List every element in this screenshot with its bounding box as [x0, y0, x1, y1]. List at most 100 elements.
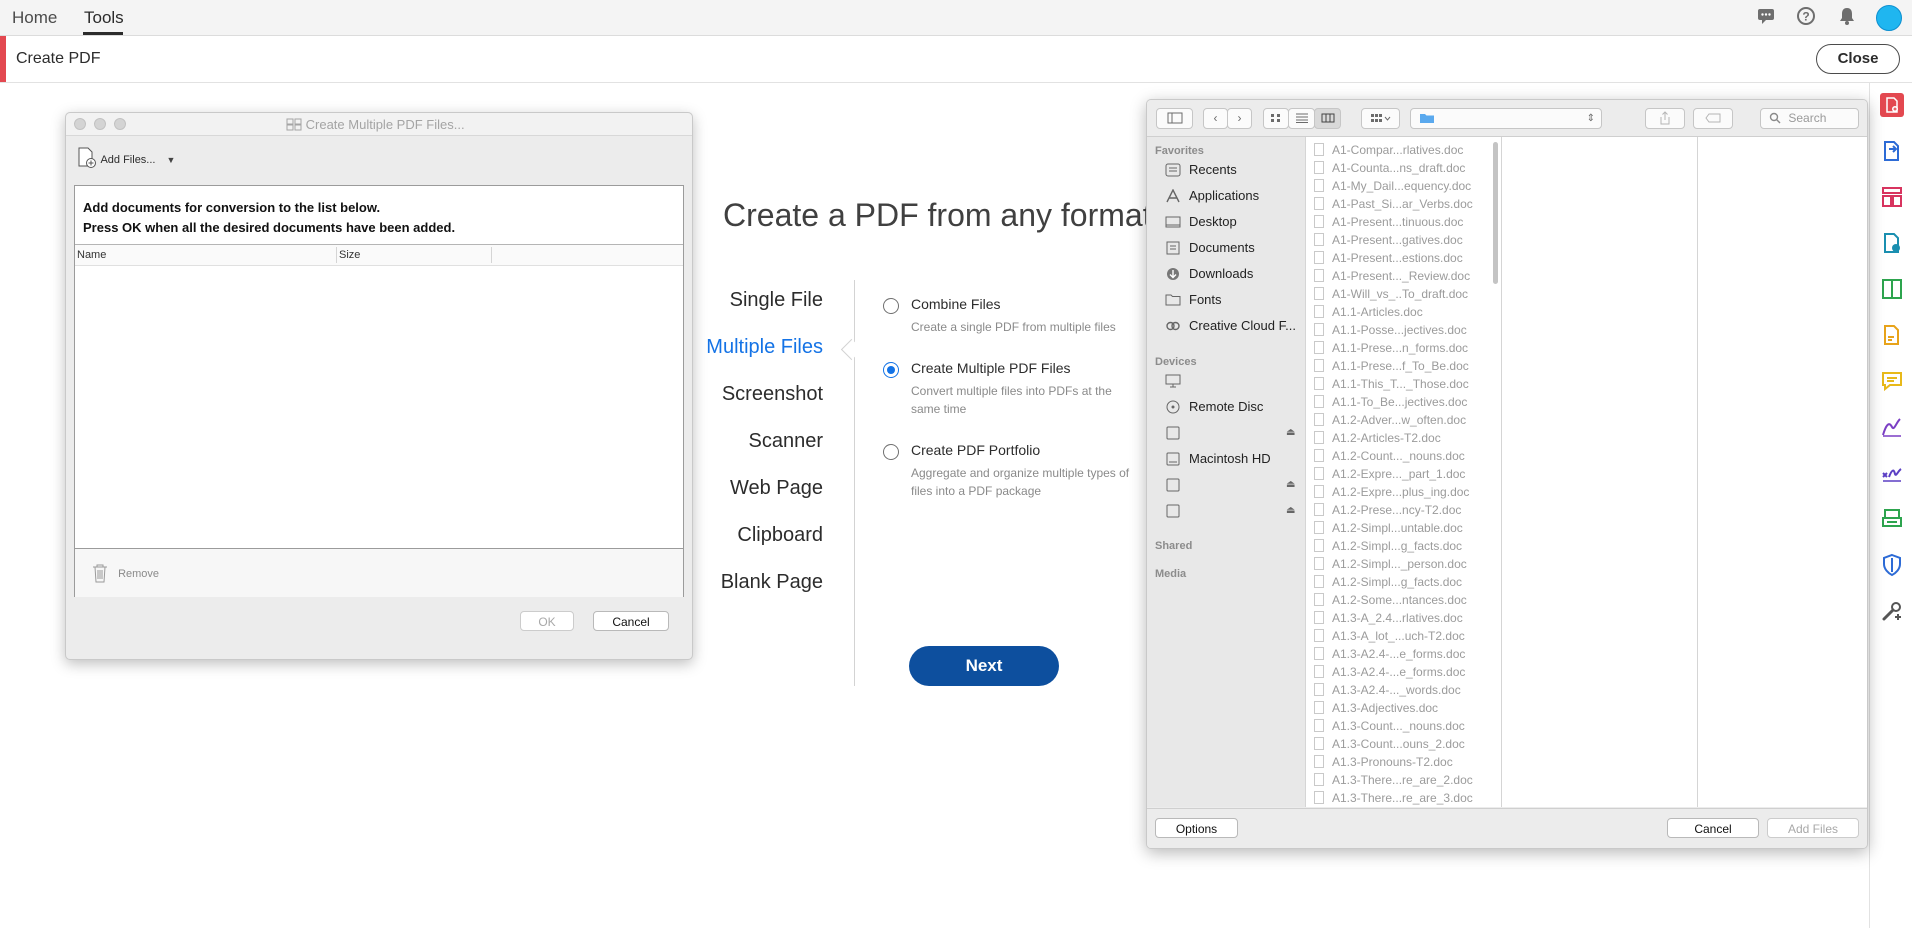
format-web-page[interactable]: Web Page [730, 477, 823, 500]
icon-view-icon[interactable] [1263, 108, 1289, 129]
request-signature-icon[interactable] [1880, 461, 1904, 485]
file-name: A1.2-Simpl...g_facts.doc [1332, 575, 1463, 589]
tab-tools[interactable]: Tools [84, 8, 124, 28]
file-list-box: Add documents for conversion to the list… [74, 185, 684, 597]
column-view-icon[interactable] [1314, 108, 1341, 129]
tab-home[interactable]: Home [12, 8, 57, 28]
file-list-column: A1-Compar...rlatives.doc A1-Counta...ns_d… [1306, 137, 1502, 807]
remove-button[interactable]: Remove [91, 563, 159, 583]
file-name: A1.1-Prese...f_To_Be.doc [1332, 359, 1469, 373]
organize-pages-icon[interactable] [1880, 185, 1904, 209]
remove-label: Remove [118, 568, 160, 580]
format-single-file[interactable]: Single File [730, 289, 823, 312]
file-list-header: Name Size [75, 244, 683, 266]
edit-pdf-icon[interactable] [1880, 231, 1904, 255]
arrange-icon[interactable] [1361, 108, 1400, 129]
column-separator [491, 247, 492, 263]
more-tools-icon[interactable] [1880, 599, 1904, 623]
back-icon[interactable]: ‹ [1203, 108, 1228, 129]
desktop-icon [1165, 216, 1181, 228]
help-icon[interactable]: ? [1795, 6, 1817, 28]
multiple-files-icon [286, 118, 302, 131]
format-blank-page[interactable]: Blank Page [721, 571, 823, 594]
add-files-button[interactable]: Add Files [1767, 818, 1859, 838]
document-icon [1314, 143, 1324, 156]
empty-column [1502, 137, 1698, 807]
create-pdf-icon[interactable] [1880, 93, 1904, 117]
file-name: A1.1-Articles.doc [1332, 305, 1423, 319]
comment-icon[interactable] [1880, 369, 1904, 393]
file-name: A1-Will_vs_..To_draft.doc [1332, 287, 1469, 301]
tag-icon[interactable] [1693, 108, 1733, 129]
list-view-icon[interactable] [1288, 108, 1315, 129]
file-picker-sidebar: Favorites Recents Applications Desktop D… [1147, 137, 1306, 807]
radio-portfolio[interactable] [883, 444, 899, 460]
eject-icon[interactable]: ⏏ [1286, 505, 1295, 516]
options-button[interactable]: Options [1155, 818, 1238, 838]
drive-icon [1166, 478, 1180, 492]
favorites-heading: Favorites [1155, 145, 1204, 157]
document-icon [1314, 593, 1324, 606]
close-button[interactable]: Close [1816, 44, 1900, 74]
dialog-title-text: Create Multiple PDF Files... [305, 117, 465, 132]
scan-icon[interactable] [1880, 507, 1904, 531]
scrollbar[interactable] [1493, 142, 1498, 284]
avatar[interactable] [1876, 5, 1902, 31]
file-name: A1.2-Count..._nouns.doc [1332, 449, 1465, 463]
cancel-button[interactable]: Cancel [593, 611, 669, 631]
ok-button[interactable]: OK [520, 611, 574, 631]
eject-icon[interactable]: ⏏ [1286, 479, 1295, 490]
export-pdf-icon[interactable] [1880, 139, 1904, 163]
file-name: A1-Present...estions.doc [1332, 251, 1463, 265]
combine-files-icon[interactable] [1880, 277, 1904, 301]
forward-icon[interactable]: › [1227, 108, 1252, 129]
format-screenshot[interactable]: Screenshot [722, 383, 823, 406]
folder-path-dropdown[interactable]: ⇕ [1410, 108, 1602, 129]
file-name: A1.3-There...re_are_3.doc [1332, 791, 1473, 805]
format-clipboard[interactable]: Clipboard [737, 524, 823, 547]
option-label: Combine Files [911, 296, 1001, 312]
add-files-label: Add Files... [100, 154, 156, 166]
file-name: A1.2-Simpl...g_facts.doc [1332, 539, 1463, 553]
file-name: A1.2-Expre..._part_1.doc [1332, 467, 1466, 481]
bell-icon[interactable] [1836, 6, 1858, 28]
trash-icon [93, 564, 107, 583]
document-icon [1314, 287, 1324, 300]
document-icon [1314, 557, 1324, 570]
format-multiple-files[interactable]: Multiple Files [706, 336, 823, 359]
column-size-header[interactable]: Size [339, 249, 360, 261]
eject-icon[interactable]: ⏏ [1286, 427, 1295, 438]
document-icon [1314, 161, 1324, 174]
add-files-button[interactable]: Add Files... ▼ [76, 147, 175, 169]
document-icon [1314, 629, 1324, 642]
tool-rail [1869, 83, 1912, 928]
document-icon [1314, 719, 1324, 732]
file-picker-toolbar: ‹ › ⇕ Search [1147, 100, 1867, 137]
file-name: A1.3-A_2.4...rlatives.doc [1332, 611, 1463, 625]
radio-combine-files[interactable] [883, 298, 899, 314]
applications-icon [1166, 189, 1180, 203]
sign-icon[interactable] [1880, 415, 1904, 439]
fill-sign-icon[interactable] [1880, 323, 1904, 347]
window-close-button[interactable] [74, 118, 86, 130]
protect-icon[interactable] [1880, 553, 1904, 577]
window-minimize-button[interactable] [94, 118, 106, 130]
tool-title: Create PDF [16, 50, 101, 67]
radio-create-multiple[interactable] [883, 362, 899, 378]
next-button[interactable]: Next [909, 646, 1059, 686]
file-picker-dialog: ‹ › ⇕ Search Favorites Recents Applicati… [1146, 99, 1868, 849]
cancel-button[interactable]: Cancel [1667, 818, 1759, 838]
file-picker-footer: Options Cancel Add Files [1147, 808, 1867, 848]
svg-text:?: ? [1802, 10, 1809, 24]
column-name-header[interactable]: Name [77, 249, 106, 261]
share-icon[interactable] [1645, 108, 1685, 129]
sidebar-toggle-icon[interactable] [1156, 108, 1193, 129]
file-name: A1.3-Count..._nouns.doc [1332, 719, 1465, 733]
format-scanner[interactable]: Scanner [749, 430, 824, 453]
search-field[interactable]: Search [1760, 108, 1859, 129]
chat-icon[interactable] [1755, 6, 1777, 28]
window-zoom-button[interactable] [114, 118, 126, 130]
chevron-down-icon[interactable]: ▼ [167, 155, 176, 165]
document-icon [1314, 737, 1324, 750]
document-icon [1314, 503, 1324, 516]
